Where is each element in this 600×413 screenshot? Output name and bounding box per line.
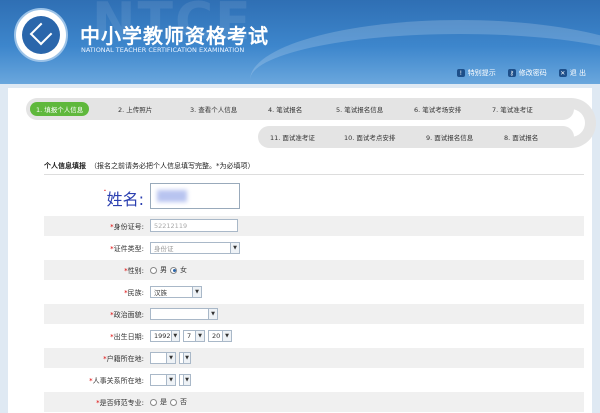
birth-label: *出生日期: bbox=[110, 333, 144, 341]
logout-label: 退 出 bbox=[569, 69, 586, 77]
normal-major-label: *是否师范专业: bbox=[96, 399, 144, 407]
id-number-field[interactable]: 52212119 bbox=[150, 219, 238, 232]
chevron-down-icon: ▼ bbox=[195, 331, 204, 341]
site-title: 中小学教师资格考试 bbox=[80, 24, 269, 48]
gender-row: *性别: 男 女 bbox=[44, 260, 584, 280]
step-interview-admission[interactable]: 11. 面试准考证 bbox=[270, 132, 315, 142]
id-number-row: *身份证号: 52212119 bbox=[44, 216, 584, 236]
chevron-down-icon: ▼ bbox=[166, 375, 175, 385]
chevron-down-icon: ▼ bbox=[183, 353, 190, 363]
step-written-room[interactable]: 6. 笔试考场安排 bbox=[414, 104, 461, 114]
hukou-city-select[interactable]: ▼ bbox=[179, 352, 191, 364]
section-header: 个人信息填报 （报名之前请务必把个人信息填写完整。*为必填项） bbox=[44, 161, 255, 171]
step-written-reg-info[interactable]: 5. 笔试报名信息 bbox=[336, 104, 383, 114]
change-password-label: 修改密码 bbox=[518, 69, 547, 77]
normal-major-row: *是否师范专业: 是 否 bbox=[44, 392, 584, 412]
birth-row: *出生日期: 1992 ▼ 7 ▼ 20 ▼ bbox=[44, 326, 584, 346]
step-fill-personal-info[interactable]: 1. 填报个人信息 bbox=[30, 102, 90, 116]
birth-day-select[interactable]: 20 ▼ bbox=[208, 330, 232, 342]
normal-yes-radio[interactable] bbox=[150, 398, 157, 406]
step-view-personal-info[interactable]: 3. 查看个人信息 bbox=[190, 104, 237, 114]
section-note: （报名之前请务必把个人信息填写完整。*为必填项） bbox=[90, 162, 255, 170]
chevron-down-icon: ▼ bbox=[166, 353, 175, 363]
political-label: *政治面貌: bbox=[110, 311, 144, 319]
change-password-link[interactable]: ⚷ 修改密码 bbox=[507, 68, 547, 78]
step-interview-site[interactable]: 10. 面试考点安排 bbox=[344, 132, 395, 142]
political-select[interactable]: ▼ bbox=[150, 308, 218, 320]
section-title: 个人信息填报 bbox=[44, 162, 86, 170]
key-icon: ⚷ bbox=[507, 69, 516, 77]
site-header: NTCE 中小学教师资格考试 NATIONAL TEACHER CERTIFIC… bbox=[0, 0, 600, 84]
doc-type-row: *证件类型: 身份证 ▼ bbox=[44, 238, 584, 258]
birth-year-select[interactable]: 1992 ▼ bbox=[150, 330, 180, 342]
main-panel: 1. 填报个人信息 2. 上传照片 3. 查看个人信息 4. 笔试报名 5. 笔… bbox=[8, 88, 596, 413]
logout-link[interactable]: ✕ 退 出 bbox=[558, 68, 586, 78]
hukou-label: *户籍所在地: bbox=[103, 355, 144, 363]
personnel-province-select[interactable]: ▼ bbox=[150, 374, 176, 386]
step-written-admission[interactable]: 7. 笔试准考证 bbox=[492, 104, 533, 114]
chevron-down-icon: ▼ bbox=[170, 331, 179, 341]
step-navigation: 1. 填报个人信息 2. 上传照片 3. 查看个人信息 4. 笔试报名 5. 笔… bbox=[26, 98, 596, 158]
notice-icon: ! bbox=[456, 69, 465, 77]
political-row: *政治面貌: ▼ bbox=[44, 304, 584, 324]
normal-no-radio[interactable] bbox=[170, 398, 177, 406]
personnel-label: *人事关系所在地: bbox=[89, 377, 144, 385]
normal-no-label: 否 bbox=[180, 398, 187, 406]
name-label: ·姓名: bbox=[103, 186, 144, 209]
step-interview-registration[interactable]: 8. 面试报名 bbox=[504, 132, 538, 142]
gender-male-label: 男 bbox=[160, 266, 167, 274]
site-subtitle: NATIONAL TEACHER CERTIFICATION EXAMINATI… bbox=[81, 46, 245, 54]
personnel-city-select[interactable]: ▼ bbox=[179, 374, 191, 386]
step-upload-photo[interactable]: 2. 上传照片 bbox=[118, 104, 152, 114]
redacted-name bbox=[157, 190, 187, 202]
gender-male-radio[interactable] bbox=[150, 266, 157, 274]
exit-icon: ✕ bbox=[558, 69, 567, 77]
top-links: ! 特别提示 ⚷ 修改密码 ✕ 退 出 bbox=[456, 68, 586, 78]
notice-link[interactable]: ! 特别提示 bbox=[456, 68, 496, 78]
chevron-down-icon: ▼ bbox=[230, 243, 239, 253]
step-written-registration[interactable]: 4. 笔试报名 bbox=[268, 104, 302, 114]
ethnic-select[interactable]: 汉族 ▼ bbox=[150, 286, 202, 298]
step-interview-reg-info[interactable]: 9. 面试报名信息 bbox=[426, 132, 473, 142]
notice-link-label: 特别提示 bbox=[467, 69, 496, 77]
normal-yes-label: 是 bbox=[160, 398, 167, 406]
chevron-down-icon: ▼ bbox=[222, 331, 231, 341]
name-field[interactable] bbox=[150, 183, 240, 209]
birth-month-select[interactable]: 7 ▼ bbox=[183, 330, 205, 342]
divider bbox=[44, 174, 584, 175]
ethnic-label: *民族: bbox=[124, 289, 144, 297]
id-number-label: *身份证号: bbox=[110, 223, 144, 231]
book-icon bbox=[29, 22, 53, 46]
chevron-down-icon: ▼ bbox=[183, 375, 190, 385]
doc-type-label: *证件类型: bbox=[110, 245, 144, 253]
hukou-province-select[interactable]: ▼ bbox=[150, 352, 176, 364]
gender-label: *性别: bbox=[124, 267, 144, 275]
hukou-row: *户籍所在地: ▼ ▼ bbox=[44, 348, 584, 368]
gender-female-radio[interactable] bbox=[170, 266, 177, 274]
personnel-row: *人事关系所在地: ▼ ▼ bbox=[44, 370, 584, 390]
ntce-logo bbox=[14, 8, 68, 62]
chevron-down-icon: ▼ bbox=[208, 309, 217, 319]
doc-type-select[interactable]: 身份证 ▼ bbox=[150, 242, 240, 254]
ethnic-row: *民族: 汉族 ▼ bbox=[44, 282, 584, 302]
gender-female-label: 女 bbox=[180, 266, 187, 274]
name-row: ·姓名: bbox=[44, 180, 584, 214]
chevron-down-icon: ▼ bbox=[192, 287, 201, 297]
